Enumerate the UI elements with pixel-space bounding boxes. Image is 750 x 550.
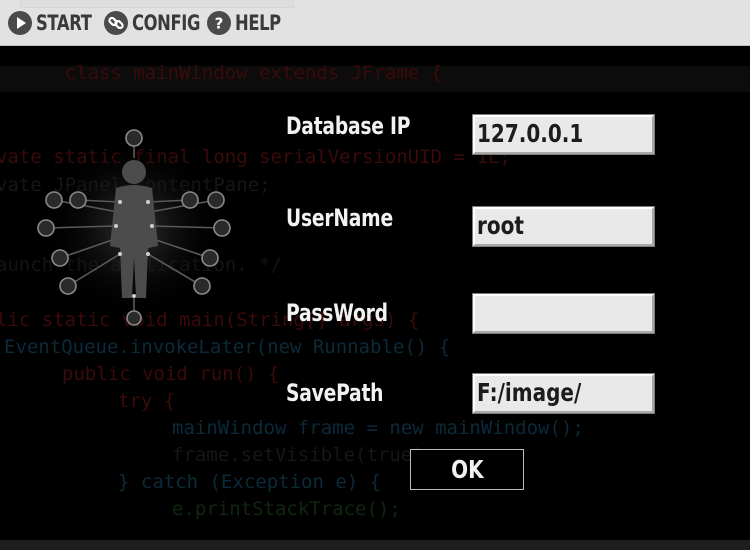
menu-config[interactable]: CONFIG	[104, 9, 219, 37]
question-icon: ?	[207, 11, 231, 35]
save-path-value: F:/image/	[477, 378, 582, 407]
code-line: } catch (Exception e) {	[118, 471, 382, 493]
menu-help-label: HELP	[235, 11, 281, 35]
username-value: root	[477, 211, 524, 240]
code-line: mainWindow frame = new mainWindow();	[172, 417, 584, 439]
username-field[interactable]: root	[472, 206, 655, 247]
menubar-ghost-tab	[20, 0, 294, 8]
menu-config-label: CONFIG	[132, 11, 201, 35]
ok-button-label: OK	[450, 455, 484, 484]
password-field[interactable]	[472, 293, 655, 334]
code-line: e.printStackTrace();	[172, 498, 401, 520]
database-ip-value: 127.0.0.1	[477, 119, 584, 148]
username-label: UserName	[286, 204, 393, 232]
code-line: class mainWindow extends JFrame {	[0, 46, 443, 106]
app-window: START CONFIG ? HELP class mainWindow ext…	[0, 0, 750, 550]
code-line: frame.setVisible(true);	[172, 444, 436, 466]
save-path-field[interactable]: F:/image/	[472, 373, 655, 414]
save-path-label: SavePath	[286, 379, 384, 407]
code-line: public void run() {	[62, 363, 280, 385]
code-line: EventQueue.invokeLater(new Runnable() {	[4, 336, 451, 358]
database-ip-field[interactable]: 127.0.0.1	[472, 114, 655, 155]
menu-help[interactable]: ? HELP	[207, 9, 294, 37]
bottom-edge	[0, 540, 750, 550]
link-icon	[104, 11, 128, 35]
code-line: try {	[118, 390, 176, 412]
svg-text:?: ?	[215, 15, 224, 33]
code-line-text: class mainWindow extends JFrame {	[64, 62, 443, 84]
menu-start[interactable]: START	[8, 9, 107, 37]
menubar: START CONFIG ? HELP	[0, 0, 750, 46]
database-ip-label: Database IP	[286, 112, 411, 140]
password-label: PassWord	[286, 299, 388, 327]
ok-button[interactable]: OK	[410, 449, 524, 490]
play-icon	[8, 11, 32, 35]
human-network-icon	[36, 128, 236, 328]
menu-start-label: START	[36, 11, 92, 35]
